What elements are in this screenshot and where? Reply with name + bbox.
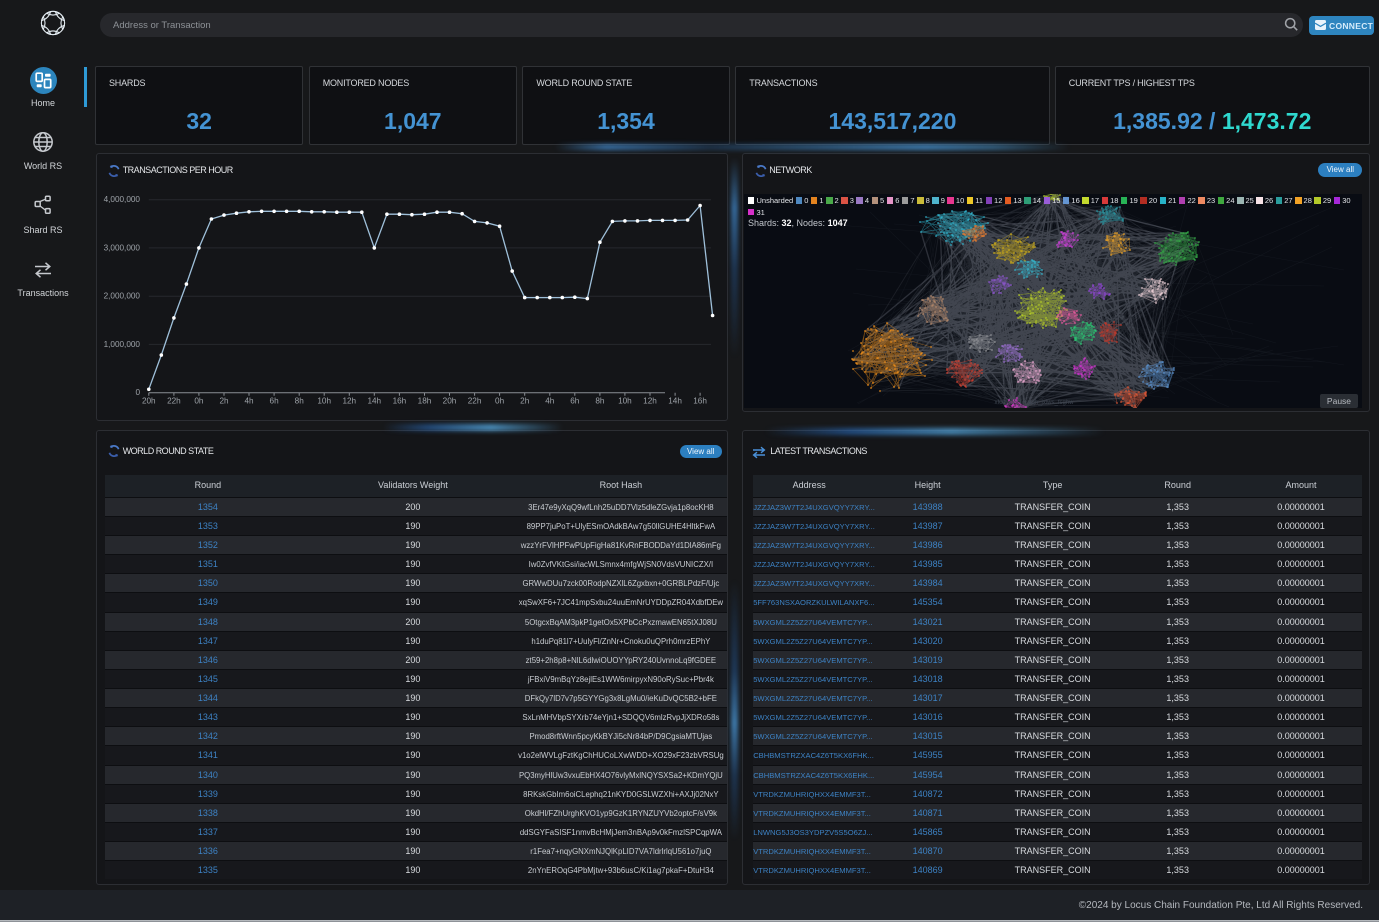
svg-text:20h: 20h — [142, 397, 156, 406]
svg-text:1,000,000: 1,000,000 — [103, 340, 140, 349]
svg-text:2h: 2h — [219, 397, 229, 406]
svg-text:0h: 0h — [194, 397, 204, 406]
svg-text:14h: 14h — [367, 397, 381, 406]
svg-text:10h: 10h — [618, 397, 632, 406]
svg-text:18h: 18h — [417, 397, 431, 406]
svg-text:2,000,000: 2,000,000 — [103, 292, 140, 301]
svg-text:14h: 14h — [668, 397, 682, 406]
svg-text:6h: 6h — [570, 397, 580, 406]
svg-text:20h: 20h — [442, 397, 456, 406]
svg-text:12h: 12h — [643, 397, 657, 406]
svg-text:2h: 2h — [520, 397, 530, 406]
svg-text:4,000,000: 4,000,000 — [103, 195, 140, 204]
svg-text:22h: 22h — [467, 397, 481, 406]
svg-text:8h: 8h — [294, 397, 304, 406]
svg-text:8h: 8h — [595, 397, 605, 406]
svg-text:0: 0 — [135, 388, 140, 397]
svg-text:0h: 0h — [495, 397, 505, 406]
svg-text:10h: 10h — [317, 397, 331, 406]
svg-text:6h: 6h — [269, 397, 279, 406]
svg-text:16h: 16h — [392, 397, 406, 406]
svg-text:3,000,000: 3,000,000 — [103, 244, 140, 253]
svg-text:12h: 12h — [342, 397, 356, 406]
svg-text:22h: 22h — [167, 397, 181, 406]
svg-text:4h: 4h — [244, 397, 254, 406]
svg-text:4h: 4h — [545, 397, 555, 406]
svg-text:16h: 16h — [693, 397, 707, 406]
